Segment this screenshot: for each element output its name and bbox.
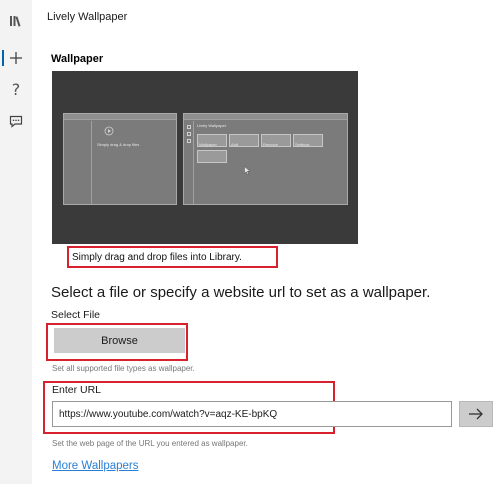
drag-drop-caption: Simply drag and drop files into Library. <box>72 251 242 263</box>
preview-left-window: Simply drag & drop files <box>63 113 177 205</box>
sidebar: ? <box>0 0 32 484</box>
sidebar-item-help[interactable]: ? <box>0 76 32 102</box>
window-title: Lively Wallpaper <box>47 11 128 23</box>
feedback-icon <box>9 115 23 128</box>
preview-right-window: Lively Wallpaper Wallpaper Add Remove Se… <box>183 113 348 205</box>
preview-tile: Settings <box>293 134 323 147</box>
go-button[interactable] <box>459 401 493 427</box>
preview-right-title: Lively Wallpaper <box>197 123 227 128</box>
help-icon: ? <box>11 79 21 99</box>
preview-titlebar <box>184 114 347 120</box>
arrow-right-icon <box>469 408 483 420</box>
active-indicator <box>2 50 4 66</box>
instructions-headline: Select a file or specify a website url t… <box>51 284 431 301</box>
preview-nav-icon <box>187 125 191 129</box>
preview-tile: Add <box>229 134 259 147</box>
add-icon <box>10 52 22 64</box>
more-wallpapers-link[interactable]: More Wallpapers <box>52 460 139 472</box>
preview-side-panel <box>64 121 92 204</box>
preview-titlebar <box>64 114 176 120</box>
wallpaper-preview-image: Simply drag & drop files Lively Wallpape… <box>52 71 358 244</box>
preview-tile: Wallpaper <box>197 134 227 147</box>
preview-cursor-icon <box>244 166 251 175</box>
sidebar-item-add-wallpaper[interactable] <box>0 45 32 71</box>
drag-drop-caption-highlight: Simply drag and drop files into Library. <box>67 246 278 268</box>
preview-tile <box>197 150 227 163</box>
sidebar-item-library[interactable] <box>0 8 32 34</box>
section-title: Wallpaper <box>51 53 104 65</box>
enter-url-hint: Set the web page of the URL you entered … <box>52 439 248 448</box>
preview-play-icon <box>104 126 114 136</box>
preview-nav-icon <box>187 132 191 136</box>
main-content: Lively Wallpaper Wallpaper Simply drag &… <box>32 0 500 484</box>
library-icon <box>10 16 21 27</box>
preview-left-caption: Simply drag & drop files <box>97 142 140 147</box>
browse-button[interactable]: Browse <box>54 328 185 353</box>
select-file-hint: Set all supported file types as wallpape… <box>52 364 195 373</box>
select-file-label: Select File <box>51 309 101 321</box>
preview-nav-icon <box>187 139 191 143</box>
sidebar-item-feedback[interactable] <box>0 108 32 134</box>
preview-tile: Remove <box>261 134 291 147</box>
url-input[interactable] <box>52 401 452 427</box>
